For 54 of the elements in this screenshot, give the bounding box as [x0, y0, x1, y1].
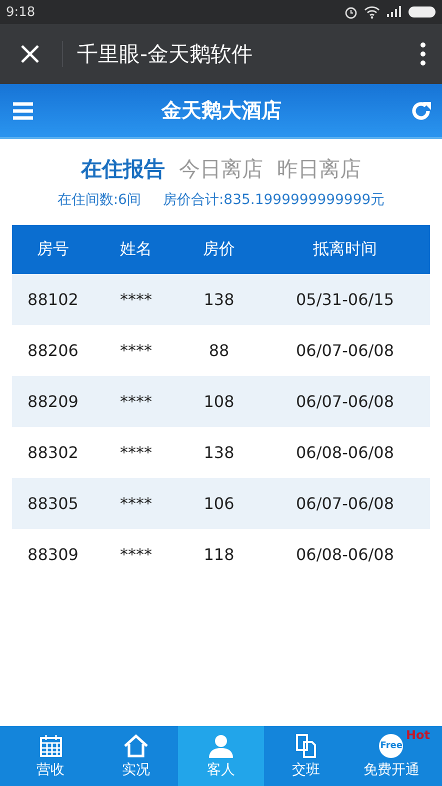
- signal-icon: [386, 6, 402, 18]
- wifi-icon: [364, 6, 380, 18]
- close-icon[interactable]: [20, 44, 40, 64]
- status-time: 9:18: [6, 4, 36, 20]
- report-tab[interactable]: 昨日离店: [277, 155, 361, 183]
- table-cell-text: 108: [202, 392, 236, 411]
- more-icon[interactable]: [420, 42, 426, 66]
- table-cell-text: ****: [119, 392, 153, 411]
- report-tab[interactable]: 在住报告: [81, 155, 165, 183]
- person-icon: [208, 734, 234, 758]
- nav-tab[interactable]: Hot Free 免费开通: [348, 726, 434, 786]
- table-cell-text: 88206: [26, 341, 80, 360]
- menu-icon[interactable]: [13, 102, 33, 120]
- table-cell-text: 88309: [26, 545, 80, 564]
- table-cell-text: 88: [208, 341, 230, 360]
- table-cell-text: 06/08-06/08: [295, 545, 395, 564]
- column-header: 房价: [202, 239, 236, 260]
- hotel-title: 金天鹅大酒店: [162, 97, 282, 124]
- table-cell-text: 05/31-06/15: [295, 290, 395, 309]
- table-cell-text: 06/08-06/08: [295, 443, 395, 462]
- table-cell-text: 88302: [26, 443, 80, 462]
- table-cell-text: 118: [202, 545, 236, 564]
- table-cell-text: 06/07-06/08: [295, 494, 395, 513]
- free-badge: Free: [379, 734, 404, 758]
- table-cell-text: 88305: [26, 494, 80, 513]
- table-cell-text: 138: [202, 290, 236, 309]
- table-cell-text: ****: [119, 494, 153, 513]
- column-header: 房号: [36, 239, 70, 260]
- table-cell-text: 88209: [26, 392, 80, 411]
- nav-tab[interactable]: 交班: [264, 726, 349, 786]
- nav-tab[interactable]: 营收: [8, 726, 94, 786]
- column-header: 姓名: [119, 239, 153, 260]
- calendar-icon: [38, 734, 63, 758]
- price-total: 房价合计:835.1999999999999元: [162, 191, 385, 209]
- report-tab[interactable]: 今日离店: [179, 155, 263, 183]
- table-cell-text: 06/07-06/08: [295, 341, 395, 360]
- room-count: 在住间数:6间: [57, 191, 141, 209]
- hot-label: Hot: [406, 728, 430, 742]
- refresh-icon[interactable]: [410, 100, 432, 122]
- alarm-icon: [344, 5, 358, 19]
- table-cell-text: ****: [119, 290, 153, 309]
- table-cell-text: ****: [119, 341, 153, 360]
- nav-tab[interactable]: 实况: [93, 726, 178, 786]
- table-cell-text: ****: [119, 545, 153, 564]
- column-header: 抵离时间: [312, 239, 378, 260]
- table-cell-text: 138: [202, 443, 236, 462]
- battery-icon: [408, 6, 436, 18]
- table-cell-text: ****: [119, 443, 153, 462]
- table-cell-text: 06/07-06/08: [295, 392, 395, 411]
- table-cell-text: 88102: [26, 290, 80, 309]
- table-cell-text: 106: [202, 494, 236, 513]
- nav-tab[interactable]: 客人: [178, 726, 264, 786]
- window-title: 千里眼-金天鹅软件: [77, 41, 254, 68]
- home-icon: [122, 734, 149, 758]
